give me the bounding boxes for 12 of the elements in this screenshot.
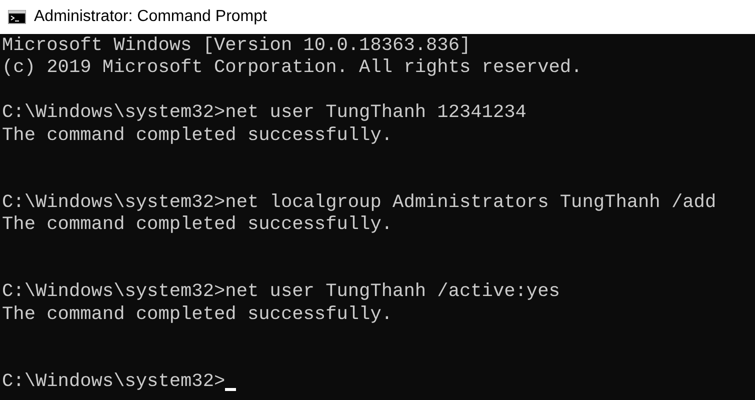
console-line: The command completed successfully. xyxy=(2,124,393,147)
window-title: Administrator: Command Prompt xyxy=(34,8,267,26)
console-line: C:\Windows\system32>net user TungThanh /active:yes xyxy=(2,281,560,304)
console-line: The command completed successfully. xyxy=(2,304,393,326)
console-line: C:\Windows\system32>net localgroup Administrators TungThanh /add xyxy=(2,192,716,214)
terminal-icon xyxy=(8,10,26,24)
text-cursor xyxy=(225,388,236,391)
console-line: Microsoft Windows [Version 10.0.18363.836] xyxy=(2,35,471,58)
console-line: (c) 2019 Microsoft Corporation. All rights reserved. xyxy=(2,57,582,80)
console-line: The command completed successfully. xyxy=(2,214,393,237)
command-prompt: C:\Windows\system32> xyxy=(2,370,226,394)
console-line: C:\Windows\system32>net user TungThanh 12341234 xyxy=(2,102,526,125)
